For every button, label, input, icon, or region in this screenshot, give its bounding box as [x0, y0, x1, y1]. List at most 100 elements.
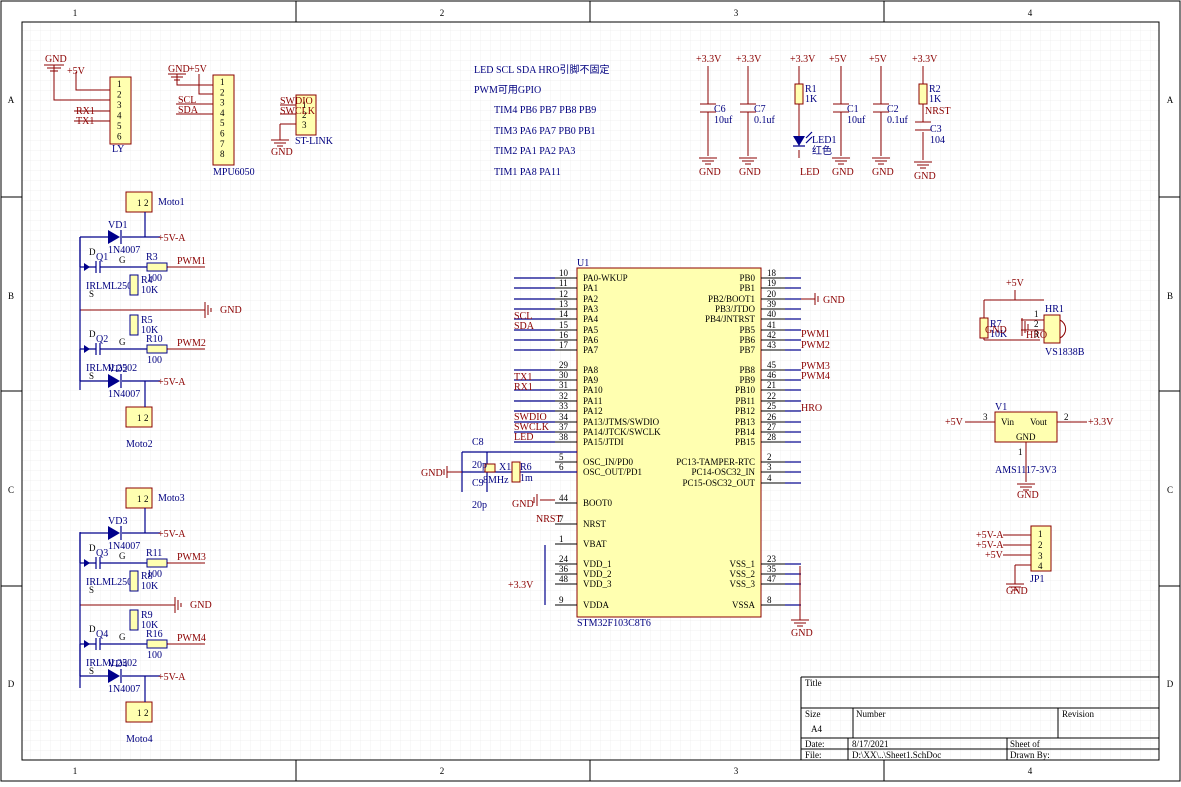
st-gnd-label: GND: [271, 147, 293, 158]
mcu-pin-name: NRST: [583, 519, 607, 529]
mcu-pin-num: 19: [767, 278, 777, 288]
mpu-5v-label: +5V: [189, 64, 208, 75]
schematic-canvas: 11223344A AB BC CD D 123456 LY GND +5V RX1 T…: [0, 0, 1181, 782]
note-tim4: TIM4 PB6 PB7 PB8 PB9: [494, 105, 596, 116]
mcu-sda: SDA: [514, 321, 535, 332]
c8-val: 20p: [472, 460, 487, 471]
mcu-pin-name: PB15: [735, 437, 756, 447]
cap-c2-val: 0.1uf: [887, 115, 909, 126]
mcu-pin-num: 34: [559, 412, 569, 422]
mcu-pin-name: OSC_OUT/PD1: [583, 467, 642, 477]
mcu-gnd: GND: [791, 628, 813, 639]
mpu-pin: 2: [220, 87, 225, 97]
reset-gnd: GND: [914, 171, 936, 182]
hr1-part: VS1838B: [1045, 347, 1085, 358]
v1-vin: Vin: [1001, 417, 1014, 427]
mcu-pin-name: PA9: [583, 375, 599, 385]
mpu-pin: 8: [220, 149, 225, 159]
mcu-pin-name: PB9: [739, 375, 755, 385]
cap-c6-gnd: GND: [699, 167, 721, 178]
zone-row-right: D: [1167, 679, 1174, 689]
svg-text:S: S: [89, 585, 94, 595]
diode-vd3-ref: VD3: [108, 516, 127, 527]
x1-val: 8MHz: [483, 475, 509, 486]
ly-pin: 3: [117, 100, 122, 110]
svg-text:D: D: [89, 624, 96, 634]
cap-c1-supply: +5V: [829, 54, 848, 65]
mcu-pin-num: 11: [559, 278, 568, 288]
mcu-pin-num: 5: [559, 452, 564, 462]
mcu-pin-num: 47: [767, 574, 777, 584]
res-r16-val: 100: [147, 650, 162, 661]
mcu-pin-num: 1: [559, 534, 564, 544]
mcu-pin-name: PB12: [735, 406, 755, 416]
led1-ref: LED1: [812, 135, 836, 146]
mcu-pin-num: 40: [767, 309, 777, 319]
ly-pin: 6: [117, 132, 122, 142]
svg-text:D: D: [89, 247, 96, 257]
mcu-pin-num: 8: [767, 595, 772, 605]
cap-c1-gnd: GND: [832, 167, 854, 178]
mcu-pin-name: PA13/JTMS/SWDIO: [583, 417, 660, 427]
mpu-pin: 4: [220, 108, 225, 118]
mcu-pin-num: 44: [559, 493, 569, 503]
mcu-pin-name: PB3/JTDO: [715, 304, 756, 314]
mcu-pin-name: PB14: [735, 427, 756, 437]
mcu-pin-num: 18: [767, 268, 777, 278]
motor-moto3-ref: Moto3: [158, 493, 185, 504]
c3-ref: C3: [930, 124, 942, 135]
mpu-pin: 6: [220, 129, 225, 139]
zone-row-right: B: [1167, 291, 1173, 301]
svg-text:2: 2: [144, 494, 149, 504]
mcu-pin-num: 17: [559, 340, 569, 350]
mcu-pin-name: PA2: [583, 294, 598, 304]
reset-3v3: +3.3V: [912, 54, 938, 65]
mcu-pin-num: 2: [767, 452, 772, 462]
stlink-pin: 3: [302, 120, 307, 130]
svg-text:D: D: [89, 329, 96, 339]
mcu-pin-name: PA1: [583, 283, 598, 293]
mcu-pin-name: PB5: [739, 325, 755, 335]
cap-c6-val: 10uf: [714, 115, 733, 126]
tb-sheet: Sheet of: [1010, 739, 1040, 749]
tb-size: Size: [805, 709, 821, 719]
mcu-hro: HRO: [801, 403, 822, 414]
mcu-pin-name: PA12: [583, 406, 603, 416]
svg-text:G: G: [119, 337, 126, 347]
vd4-supply: +5V-A: [158, 672, 186, 683]
res-r4-val: 10K: [141, 285, 159, 296]
mcu-pin-num: 48: [559, 574, 569, 584]
v1-3v3: +3.3V: [1088, 417, 1114, 428]
svg-text:S: S: [89, 289, 94, 299]
mcu-pin-num: 10: [559, 268, 569, 278]
mcu-pwm1: PWM1: [801, 329, 830, 340]
mcu-pin-name: PA4: [583, 314, 599, 324]
mcu-pin-name: VSS_2: [729, 569, 755, 579]
mcu-pin-name: VSS_1: [729, 559, 755, 569]
zone-col-top: 3: [734, 8, 739, 18]
cap-c2-ref: C2: [887, 104, 899, 115]
svg-text:3: 3: [1034, 329, 1039, 339]
mcu-pin-num: 25: [767, 401, 777, 411]
zone-col-bottom: 4: [1028, 766, 1033, 776]
note-pwm: PWM可用GPIO: [474, 85, 541, 96]
cap-c1-ref: C1: [847, 104, 859, 115]
mcu-nrst: NRST: [536, 514, 562, 525]
mcu-pin-num: 22: [767, 391, 776, 401]
motor-pwm4: PWM4: [177, 633, 206, 644]
v1-gnd-pin: GND: [1016, 432, 1036, 442]
diode-vd4-part: 1N4007: [108, 684, 140, 695]
mcu-pin-num: 23: [767, 554, 777, 564]
c9-val: 20p: [472, 500, 487, 511]
mcu-pin-name: VDD_3: [583, 579, 612, 589]
mpu-pin: 7: [220, 139, 225, 149]
mcu-pin-name: PA8: [583, 365, 599, 375]
zone-col-top: 2: [440, 8, 445, 18]
c8-ref: C8: [472, 437, 484, 448]
tb-file-val: D:\XX\..\Sheet1.SchDoc: [852, 750, 941, 760]
mcu-led: LED: [514, 432, 533, 443]
mcu-pin-name: PB2/BOOT1: [708, 294, 755, 304]
mcu-pin-num: 45: [767, 360, 777, 370]
zone-col-bottom: 1: [73, 766, 78, 776]
mcu-pin-num: 29: [559, 360, 569, 370]
